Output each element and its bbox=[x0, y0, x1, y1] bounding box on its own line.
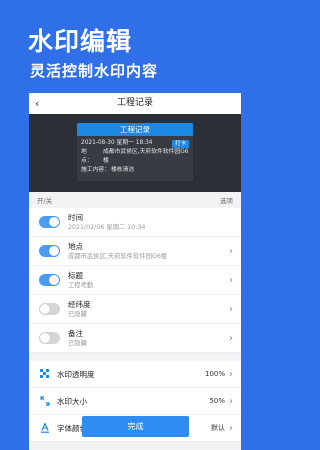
watermark-content-value: 楼栋清洁 bbox=[111, 167, 135, 173]
chevron-right-icon: › bbox=[229, 245, 233, 257]
watermark-content-key: 施工内容： bbox=[81, 167, 110, 173]
toggle-location[interactable] bbox=[39, 245, 60, 257]
chevron-right-icon: › bbox=[229, 422, 233, 434]
field-label: 地点 bbox=[68, 241, 83, 251]
toggle-note[interactable] bbox=[39, 332, 60, 344]
field-row-time[interactable]: 时间 2021/02/06 星期二 10:34 bbox=[29, 208, 241, 237]
setting-label: 水印大小 bbox=[57, 396, 87, 406]
field-value: 已隐藏 bbox=[68, 339, 87, 347]
setting-value: 默认 bbox=[211, 424, 225, 432]
field-label: 经纬度 bbox=[68, 299, 91, 309]
field-value: 成都市武侯区,天府软件软件园G6楼 bbox=[68, 252, 168, 260]
setting-value: 100% bbox=[204, 370, 225, 378]
nav-bar: ‹ 工程记录 bbox=[29, 93, 241, 114]
watermark-address-value: 成都市武侯区,天府软件软件园G6楼 bbox=[103, 149, 189, 164]
field-row-location[interactable]: 地点 成都市武侯区,天府软件软件园G6楼 › bbox=[29, 237, 241, 266]
chevron-right-icon: › bbox=[229, 395, 233, 407]
field-row-coordinates[interactable]: 经纬度 已隐藏 › bbox=[29, 295, 241, 324]
field-list: 时间 2021/02/06 星期二 10:34 地点 成都市武侯区,天府软件软件… bbox=[29, 208, 241, 353]
field-value: 已隐藏 bbox=[68, 310, 87, 318]
chevron-right-icon: › bbox=[229, 303, 233, 315]
checkin-badge: 打卡 bbox=[171, 139, 189, 148]
field-row-title[interactable]: 标题 工程考勤 › bbox=[29, 266, 241, 295]
watermark-card[interactable]: 工程记录 2021-08-30 星期一 18:34 打卡 地 点： 成都市武侯区… bbox=[77, 123, 193, 181]
field-label: 时间 bbox=[68, 212, 83, 222]
promo-subtitle: 灵活控制水印内容 bbox=[30, 62, 159, 80]
chevron-right-icon: › bbox=[229, 274, 233, 286]
section-left-label: 开/关 bbox=[37, 197, 53, 205]
field-value: 工程考勤 bbox=[68, 281, 94, 289]
done-button[interactable]: 完成 bbox=[82, 416, 189, 437]
field-label: 标题 bbox=[68, 270, 83, 280]
field-row-note[interactable]: 备注 已隐藏 › bbox=[29, 324, 241, 353]
setting-value: 50% bbox=[209, 397, 225, 405]
chevron-right-icon: › bbox=[229, 332, 233, 344]
setting-label: 水印透明度 bbox=[57, 369, 95, 379]
setting-size[interactable]: 水印大小 50% › bbox=[29, 388, 241, 415]
section-right-label: 选项 bbox=[220, 197, 233, 205]
field-label: 备注 bbox=[68, 328, 83, 338]
checkerboard-icon bbox=[39, 368, 51, 380]
nav-title: 工程记录 bbox=[116, 98, 153, 108]
font-color-icon bbox=[39, 422, 51, 434]
toggle-title[interactable] bbox=[39, 274, 60, 286]
toggle-time[interactable] bbox=[39, 216, 60, 228]
watermark-title: 工程记录 bbox=[77, 123, 193, 136]
phone-screen: ‹ 工程记录 工程记录 2021-08-30 星期一 18:34 打卡 地 点：… bbox=[29, 93, 241, 450]
resize-icon bbox=[39, 395, 51, 407]
promo-title: 水印编辑 bbox=[28, 27, 133, 56]
watermark-datetime: 2021-08-30 星期一 18:34 bbox=[81, 140, 153, 146]
chevron-right-icon: › bbox=[229, 368, 233, 380]
watermark-address-key: 地 点： bbox=[81, 149, 93, 164]
section-header: 开/关 选项 bbox=[29, 192, 241, 208]
watermark-preview: 工程记录 2021-08-30 星期一 18:34 打卡 地 点： 成都市武侯区… bbox=[29, 114, 241, 192]
field-value: 2021/02/06 星期二 10:34 bbox=[68, 223, 146, 231]
chevron-left-icon[interactable]: ‹ bbox=[35, 93, 39, 114]
toggle-coordinates[interactable] bbox=[39, 303, 60, 315]
setting-opacity[interactable]: 水印透明度 100% › bbox=[29, 361, 241, 388]
